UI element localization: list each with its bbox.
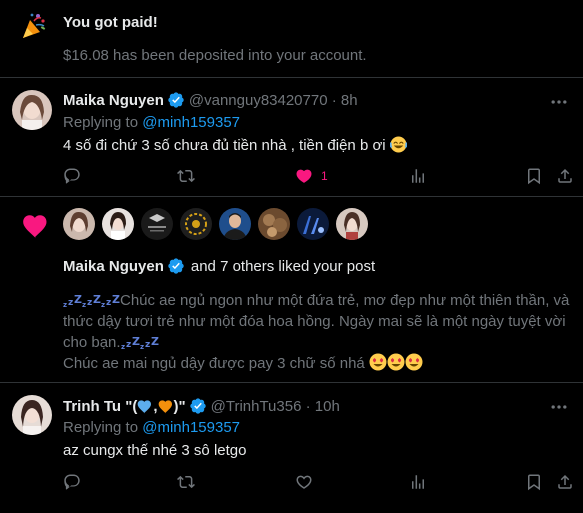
heart-filled-icon xyxy=(23,215,47,239)
liker-avatars xyxy=(63,208,368,240)
paid-description: $16.08 has been deposited into your acco… xyxy=(63,47,367,64)
bookmark-icon[interactable] xyxy=(525,473,543,491)
tweet-text: 4 số đi chứ 3 số chưa đủ tiền nhà , tiền… xyxy=(63,136,407,154)
joy-emoji-icon xyxy=(389,136,407,153)
avatar[interactable] xyxy=(219,208,251,240)
svg-text:Z: Z xyxy=(151,336,159,348)
svg-text:z: z xyxy=(87,298,92,308)
party-popper-icon xyxy=(23,13,46,38)
avatar[interactable] xyxy=(12,395,52,435)
svg-text:z: z xyxy=(126,340,131,350)
blue-heart-icon xyxy=(137,399,152,413)
mention-link[interactable]: @minh159357 xyxy=(142,419,240,436)
svg-text:Z: Z xyxy=(132,336,140,348)
avatar[interactable] xyxy=(141,208,173,240)
verified-badge-icon xyxy=(168,258,184,274)
share-icon[interactable] xyxy=(556,167,574,185)
reply-icon[interactable] xyxy=(63,473,81,491)
like-count: 1 xyxy=(321,169,328,183)
orange-heart-icon xyxy=(158,399,172,413)
retweet-icon[interactable] xyxy=(177,167,195,185)
sleeping-zzz-icon: zzZ xyxy=(82,294,101,308)
svg-text:z: z xyxy=(63,301,67,308)
author-handle[interactable]: @TrinhTu356 · 10h xyxy=(211,398,340,415)
avatar[interactable] xyxy=(297,208,329,240)
liker-name[interactable]: Maika Nguyen xyxy=(63,258,164,275)
avatar[interactable] xyxy=(102,208,134,240)
reply-tweet[interactable]: Maika Nguyen @vannguy83420770 · 8h Reply… xyxy=(0,78,583,197)
tweet-actions: 1 xyxy=(0,167,583,187)
svg-text:z: z xyxy=(68,298,73,308)
avatar[interactable] xyxy=(336,208,368,240)
author-name[interactable]: Maika Nguyen xyxy=(63,92,164,109)
analytics-icon[interactable] xyxy=(409,473,427,491)
sleeping-zzz-icon: zzZ xyxy=(63,294,82,308)
svg-text:z: z xyxy=(121,343,125,350)
svg-text:Z: Z xyxy=(93,294,101,306)
reply-icon[interactable] xyxy=(63,167,81,185)
retweet-icon[interactable] xyxy=(177,473,195,491)
liked-post-text: z z Zz z Zz z Z Chúc ae ngủ ngon như một đứa tr… xyxy=(63,292,570,372)
analytics-icon[interactable] xyxy=(409,167,427,185)
paid-title: You got paid! xyxy=(63,14,158,31)
svg-text:z: z xyxy=(145,340,150,350)
replying-to: Replying to @minh159357 xyxy=(63,114,241,131)
svg-text:z: z xyxy=(140,343,144,350)
avatar[interactable] xyxy=(180,208,212,240)
tweet-text: az cungx thế nhé 3 sô letgo xyxy=(63,442,247,459)
replying-to: Replying to @minh159357 xyxy=(63,419,241,436)
sleeping-zzz-icon: zzZ xyxy=(121,336,140,350)
tweet-actions xyxy=(0,473,583,493)
svg-text:z: z xyxy=(106,298,111,308)
likes-summary: and 7 others liked your post xyxy=(190,257,376,275)
paid-notification[interactable]: You got paid! $16.08 has been deposited … xyxy=(0,0,583,78)
more-icon[interactable] xyxy=(549,397,569,417)
bookmark-icon[interactable] xyxy=(525,167,543,185)
svg-text:z: z xyxy=(82,301,86,308)
author-name[interactable]: Trinh Tu "( xyxy=(63,398,137,415)
svg-text:Z: Z xyxy=(112,294,120,306)
avatar[interactable] xyxy=(63,208,95,240)
likes-notification[interactable]: Maika Nguyen and 7 others liked your pos… xyxy=(0,197,583,383)
share-icon[interactable] xyxy=(556,473,574,491)
heart-eyes-emoji-icon xyxy=(387,353,405,371)
sleeping-zzz-icon: zzZ xyxy=(140,336,159,350)
avatar[interactable] xyxy=(12,90,52,130)
verified-badge-icon xyxy=(168,92,184,108)
sleeping-zzz-icon: zzZ xyxy=(101,294,120,308)
like-icon[interactable] xyxy=(295,473,313,491)
more-icon[interactable] xyxy=(549,92,569,112)
verified-badge-icon xyxy=(189,398,206,414)
heart-eyes-emoji-icon xyxy=(369,353,387,371)
svg-text:Z: Z xyxy=(74,294,82,306)
avatar[interactable] xyxy=(258,208,290,240)
author-handle[interactable]: @vannguy83420770 · 8h xyxy=(189,92,358,109)
like-icon[interactable] xyxy=(295,167,313,185)
reply-tweet[interactable]: Trinh Tu "(,)" @TrinhTu356 · 10h Replyin… xyxy=(0,383,583,513)
svg-text:z: z xyxy=(101,301,105,308)
mention-link[interactable]: @minh159357 xyxy=(142,114,240,131)
heart-eyes-emoji-icon xyxy=(405,353,423,371)
